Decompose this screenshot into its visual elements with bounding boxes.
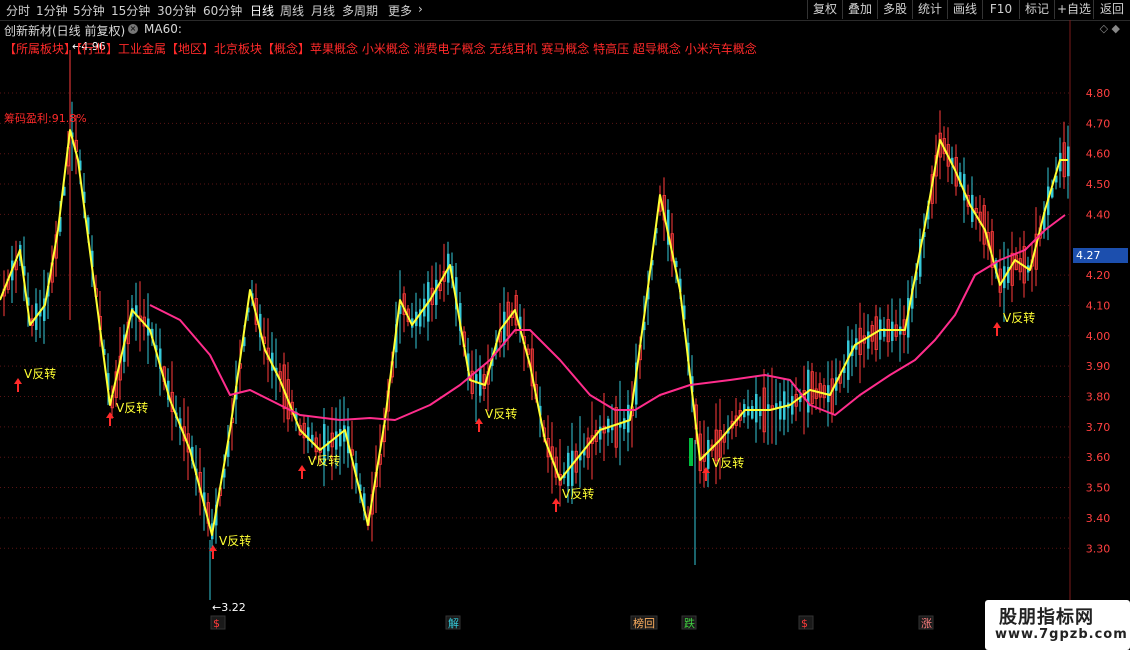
period-tab-1min[interactable]: 1分钟 [36, 2, 68, 19]
adjust-button[interactable]: 复权 [807, 0, 842, 19]
up-arrow-icon [552, 498, 560, 504]
draw-line-button[interactable]: 画线 [947, 0, 982, 19]
candle-body-down [627, 404, 630, 433]
price-tick-label: 3.70 [1086, 421, 1111, 434]
add-favorite-button[interactable]: +自选 [1054, 0, 1093, 19]
candle-body-down [479, 368, 482, 396]
chevron-right-icon[interactable]: › [418, 2, 423, 16]
candle-body-down [571, 450, 574, 486]
candle-body-down [751, 405, 754, 419]
price-tick-label: 3.90 [1086, 360, 1111, 373]
up-arrow-icon [14, 378, 22, 384]
period-tab-weekly[interactable]: 周线 [280, 2, 304, 19]
period-tab-monthly[interactable]: 月线 [311, 2, 335, 19]
overlay-button[interactable]: 叠加 [842, 0, 877, 19]
period-tab-5min[interactable]: 5分钟 [73, 2, 105, 19]
price-tick-label: 3.30 [1086, 542, 1111, 555]
price-tick-label: 4.00 [1086, 330, 1111, 343]
top-toolbar: 分时 1分钟 5分钟 15分钟 30分钟 60分钟 日线 周线 月线 多周期 更… [0, 0, 1130, 21]
candle-body-down [503, 311, 506, 345]
period-tab-timeshare[interactable]: 分时 [6, 2, 30, 19]
price-tick-label: 3.50 [1086, 482, 1111, 495]
up-arrow-icon [298, 465, 306, 471]
price-tick-label: 3.80 [1086, 391, 1111, 404]
v-reversal-label: V反转 [116, 400, 148, 415]
price-tick-label: 4.20 [1086, 269, 1111, 282]
v-reversal-label: V反转 [219, 533, 251, 548]
period-tab-15min[interactable]: 15分钟 [111, 2, 150, 19]
candle-body-down [755, 394, 758, 423]
mark-button[interactable]: 标记 [1019, 0, 1054, 19]
price-tick-label: 4.80 [1086, 87, 1111, 100]
up-arrow-icon [106, 412, 114, 418]
multi-stock-button[interactable]: 多股 [877, 0, 912, 19]
watermark-title: 股朋指标网 [999, 607, 1094, 628]
period-tab-60min[interactable]: 60分钟 [203, 2, 242, 19]
candle-body-down [1067, 146, 1070, 177]
v-reversal-label: V反转 [562, 486, 594, 501]
period-tab-multi[interactable]: 多周期 [342, 2, 378, 19]
v-reversal-label: V反转 [1003, 310, 1035, 325]
event-marker: $ [801, 617, 808, 630]
low-price-label: ←3.22 [212, 601, 246, 614]
concept-tags: 【所属板块】【行业】工业金属【地区】北京板块【概念】苹果概念 小米概念 消费电子… [4, 42, 757, 56]
event-marker: 解 [448, 616, 459, 630]
period-tab-daily[interactable]: 日线 [250, 2, 274, 19]
price-tick-label: 4.50 [1086, 178, 1111, 191]
v-reversal-label: V反转 [485, 406, 517, 421]
price-tick-label: 3.40 [1086, 512, 1111, 525]
price-tick-label: 4.10 [1086, 299, 1111, 312]
v-reversal-label: V反转 [712, 455, 744, 470]
current-price-box: 4.27 [1073, 248, 1128, 263]
event-marker: 榜回 [633, 616, 655, 630]
close-circle-icon[interactable]: × [128, 24, 138, 34]
candle-body-down [607, 418, 610, 433]
watermark-url: www.7gpzb.com [995, 627, 1128, 642]
stock-title: 创新新材(日线 前复权) [4, 24, 126, 38]
candle-body-down [623, 418, 626, 429]
price-tick-label: 4.70 [1086, 117, 1111, 130]
date-axis [0, 630, 1130, 650]
candle-body-down [867, 331, 870, 349]
v-reversal-label: V反转 [24, 366, 56, 381]
up-arrow-icon [993, 322, 1001, 328]
chip-profit-ratio: 筹码盈利:91.8% [4, 112, 87, 125]
candle-body-down [891, 321, 894, 341]
v-reversal-label: V反转 [308, 453, 340, 468]
kline-chart[interactable]: 4.80 4.70 4.60 4.50 4.40 4.20 4.10 4.00 3.90 3.80… [0, 20, 1130, 650]
event-marker: 跌 [684, 616, 695, 630]
candle-limit-green [689, 438, 693, 466]
candle-body-down [707, 439, 710, 469]
period-tab-30min[interactable]: 30分钟 [157, 2, 196, 19]
candle-body-down [779, 401, 782, 420]
price-tick-label: 4.60 [1086, 148, 1111, 161]
statistics-button[interactable]: 统计 [912, 0, 947, 19]
candle-body-down [339, 429, 342, 447]
price-tick-label: 4.40 [1086, 208, 1111, 221]
candle-body-down [335, 431, 338, 450]
back-button[interactable]: 返回 [1093, 0, 1130, 19]
f10-button[interactable]: F10 [982, 0, 1019, 19]
event-marker: $ [213, 617, 220, 630]
diamond-icons[interactable]: ◇ ◆ [1100, 22, 1120, 35]
watermark-logo: 股朋指标网 www.7gpzb.com [985, 600, 1130, 650]
event-marker: 涨 [921, 617, 932, 630]
candle-body-down [791, 396, 794, 415]
ma60-label: MA60: [144, 22, 182, 36]
period-tab-more[interactable]: 更多 [388, 2, 412, 19]
price-tick-label: 3.60 [1086, 451, 1111, 464]
